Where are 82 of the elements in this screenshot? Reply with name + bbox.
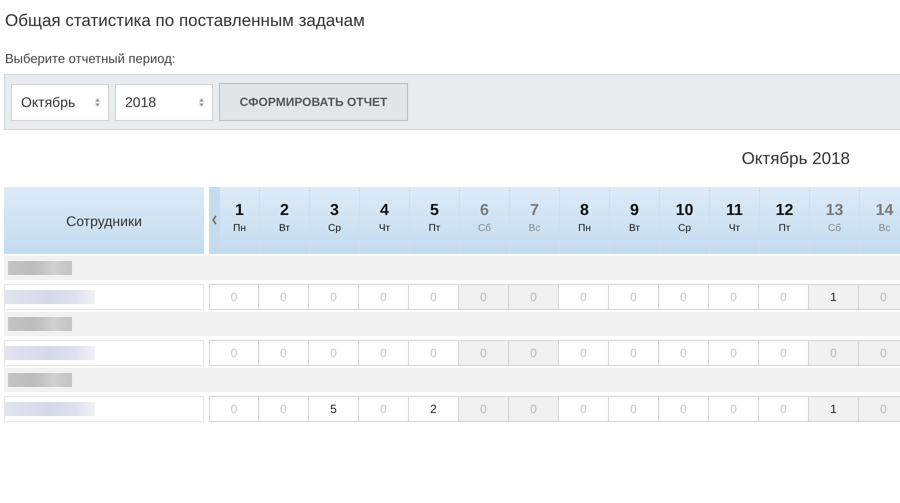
redacted-text xyxy=(8,373,72,387)
weekday-label: Ср xyxy=(678,222,691,236)
sort-arrows-icon xyxy=(199,98,204,106)
weekday-label: Вс xyxy=(528,222,540,236)
table-cell: 0 xyxy=(459,284,509,310)
table-cell: 0 xyxy=(259,284,309,310)
table-cell: 0 xyxy=(359,396,409,422)
day-number: 1 xyxy=(235,201,244,221)
table-cell: 0 xyxy=(409,284,459,310)
generate-report-button[interactable]: СФОРМИРОВАТЬ ОТЧЕТ xyxy=(219,83,408,121)
table-cell: 0 xyxy=(209,284,259,310)
table-cell: 2 xyxy=(409,396,459,422)
table-cell: 0 xyxy=(359,284,409,310)
day-number: 14 xyxy=(876,201,894,221)
table-cell: 0 xyxy=(259,340,309,366)
table-cell: 0 xyxy=(659,284,709,310)
table-cell: 0 xyxy=(659,340,709,366)
table-cell: 0 xyxy=(309,340,359,366)
day-number: 13 xyxy=(826,201,844,221)
table-cell: 0 xyxy=(709,284,759,310)
table-cell: 1 xyxy=(809,284,859,310)
table-cell: 0 xyxy=(609,396,659,422)
weekday-label: Вт xyxy=(279,222,290,236)
day-number: 7 xyxy=(530,201,539,221)
table-cell: 0 xyxy=(359,340,409,366)
table-cell: 0 xyxy=(459,340,509,366)
table-cell: 0 xyxy=(759,396,809,422)
weekday-label: Пт xyxy=(778,222,790,236)
table-cell: 0 xyxy=(859,284,900,310)
day-number: 10 xyxy=(676,201,694,221)
weekday-label: Вс xyxy=(878,222,890,236)
table-cell: 0 xyxy=(809,340,859,366)
period-label: Выберите отчетный период: xyxy=(5,51,176,67)
table-cell: 0 xyxy=(559,340,609,366)
table-cell: 1 xyxy=(809,396,859,422)
day-number: 12 xyxy=(776,201,794,221)
redacted-text xyxy=(8,317,72,331)
day-number: 2 xyxy=(280,201,289,221)
month-select[interactable]: Октябрь xyxy=(11,84,109,120)
table-cell: 0 xyxy=(759,340,809,366)
table-cell: 0 xyxy=(659,396,709,422)
month-caption: Октябрь 2018 xyxy=(742,148,850,170)
weekday-label: Пт xyxy=(428,222,440,236)
weekday-label: Чт xyxy=(728,222,740,236)
table-cell: 0 xyxy=(709,396,759,422)
day-number: 5 xyxy=(430,201,439,221)
weekday-label: Ср xyxy=(328,222,341,236)
table-cell: 0 xyxy=(759,284,809,310)
table-cell: 0 xyxy=(309,284,359,310)
table-cell: 0 xyxy=(609,284,659,310)
table-cell: 0 xyxy=(209,340,259,366)
table-cell: 0 xyxy=(459,396,509,422)
weekday-label: Сб xyxy=(478,222,491,236)
table-cell: 0 xyxy=(259,396,309,422)
table-cell: 0 xyxy=(559,396,609,422)
day-number: 6 xyxy=(480,201,489,221)
weekday-label: Пн xyxy=(578,222,591,236)
table-cell: 0 xyxy=(509,284,559,310)
page-title: Общая статистика по поставленным задачам xyxy=(5,10,366,32)
weekday-label: Сб xyxy=(828,222,841,236)
day-number: 11 xyxy=(726,201,743,221)
table-cell: 0 xyxy=(609,340,659,366)
table-cell: 0 xyxy=(409,340,459,366)
column-header: Сотрудники xyxy=(4,187,204,254)
sort-arrows-icon xyxy=(95,98,100,106)
weekday-label: Пн xyxy=(233,222,246,236)
day-number: 8 xyxy=(580,201,589,221)
table-cell: 0 xyxy=(709,340,759,366)
weekday-label: Вт xyxy=(629,222,640,236)
day-number: 9 xyxy=(630,201,639,221)
redacted-text xyxy=(8,261,72,275)
day-number: 3 xyxy=(330,201,339,221)
table-cell: 0 xyxy=(859,396,900,422)
table-cell: 5 xyxy=(309,396,359,422)
table-cell: 0 xyxy=(559,284,609,310)
table-cell: 0 xyxy=(209,396,259,422)
table-cell: 0 xyxy=(509,340,559,366)
year-select[interactable]: 2018 xyxy=(115,84,213,120)
day-number: 4 xyxy=(380,201,389,221)
table-cell: 0 xyxy=(509,396,559,422)
weekday-label: Чт xyxy=(378,222,390,236)
table-cell: 0 xyxy=(859,340,900,366)
